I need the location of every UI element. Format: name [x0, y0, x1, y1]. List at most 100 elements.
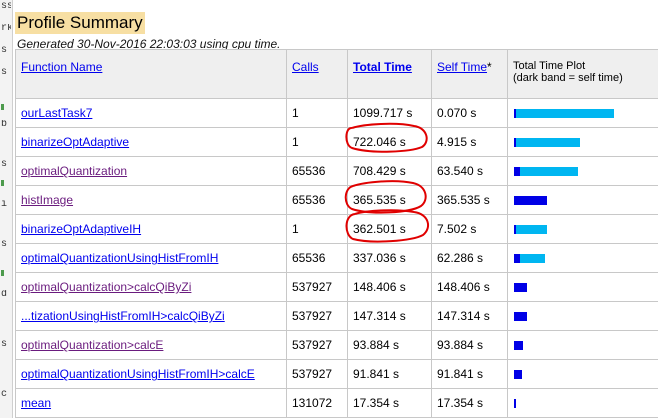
side-panel-text: s [1, 160, 8, 170]
total-time-cell: 148.406 s [347, 272, 432, 302]
sort-by-total-time-link[interactable]: Total Time [353, 60, 412, 74]
self-time-bar [514, 138, 516, 147]
side-panel-text: s [1, 340, 8, 350]
page-title: Profile Summary [15, 12, 145, 34]
function-name-cell: optimalQuantization [15, 156, 287, 186]
total-time-plot-cell [507, 214, 658, 244]
self-time-cell: 93.884 s [431, 330, 508, 360]
total-time-bar [514, 225, 547, 234]
self-time-cell: 62.286 s [431, 243, 508, 273]
function-link[interactable]: mean [21, 396, 51, 410]
total-time-plot-cell [507, 272, 658, 302]
calls-cell: 65536 [286, 156, 348, 186]
total-time-plot-cell [507, 359, 658, 389]
self-time-cell: 0.070 s [431, 98, 508, 128]
self-time-cell: 365.535 s [431, 185, 508, 215]
calls-cell: 1 [286, 214, 348, 244]
profile-summary-table: Function Name Calls Total Time Self Time… [15, 49, 658, 418]
calls-cell: 537927 [286, 330, 348, 360]
total-time-cell: 147.314 s [347, 301, 432, 331]
function-name-cell: histImage [15, 185, 287, 215]
total-time-bar [514, 167, 578, 176]
self-time-bar [514, 370, 522, 379]
calls-cell: 1 [286, 98, 348, 128]
self-time-bar [514, 399, 516, 408]
calls-cell: 1 [286, 127, 348, 157]
total-time-cell: 91.841 s [347, 359, 432, 389]
function-name-cell: ...tizationUsingHistFromIH>calcQiByZi [15, 301, 287, 331]
total-time-bar [514, 254, 545, 263]
plot-header-subtitle: (dark band = self time) [513, 72, 623, 84]
side-panel-text: s [1, 240, 8, 250]
self-time-cell: 7.502 s [431, 214, 508, 244]
total-time-plot-cell [507, 127, 658, 157]
self-time-bar [514, 109, 516, 118]
table-row: optimalQuantization>calcQiByZi 537927 148.… [15, 272, 658, 302]
total-time-cell: 722.046 s [347, 127, 432, 157]
self-time-header: Self Time* [431, 49, 508, 99]
calls-cell: 65536 [286, 243, 348, 273]
self-time-cell: 63.540 s [431, 156, 508, 186]
calls-cell: 65536 [286, 185, 348, 215]
side-panel-text: s [1, 46, 8, 56]
side-panel-text: c [1, 390, 8, 400]
self-time-footnote-marker: * [487, 60, 492, 74]
table-row: optimalQuantizationUsingHistFromIH 65536 3… [15, 243, 658, 273]
self-time-bar [514, 225, 516, 234]
table-row: ...tizationUsingHistFromIH>calcQiByZi 537… [15, 301, 658, 331]
function-link[interactable]: optimalQuantization>calcQiByZi [21, 280, 191, 294]
total-time-plot-cell [507, 243, 658, 273]
function-name-header: Function Name [15, 49, 287, 99]
function-name-cell: optimalQuantization>calcQiByZi [15, 272, 287, 302]
total-time-bar [514, 138, 580, 147]
total-time-plot-cell [507, 301, 658, 331]
side-panel-text: i [1, 200, 8, 210]
self-time-cell: 91.841 s [431, 359, 508, 389]
function-name-cell: optimalQuantization>calcE [15, 330, 287, 360]
calls-cell: 537927 [286, 359, 348, 389]
function-link[interactable]: ourLastTask7 [21, 106, 92, 120]
self-time-bar [514, 196, 547, 205]
function-name-cell: mean [15, 388, 287, 418]
table-row: mean 131072 17.354 s 17.354 s [15, 388, 658, 418]
sort-by-self-time-link[interactable]: Self Time [437, 60, 487, 74]
function-link[interactable]: binarizeOptAdaptive [21, 135, 129, 149]
self-time-bar [514, 283, 527, 292]
function-link[interactable]: optimalQuantization [21, 164, 127, 178]
sort-by-calls-link[interactable]: Calls [292, 60, 319, 74]
function-link[interactable]: ...tizationUsingHistFromIH>calcQiByZi [21, 309, 225, 323]
function-link[interactable]: optimalQuantization>calcE [21, 338, 163, 352]
self-time-cell: 4.915 s [431, 127, 508, 157]
calls-cell: 537927 [286, 301, 348, 331]
side-panel-text: ss [1, 2, 11, 12]
side-panel-text: d [1, 290, 8, 300]
function-link[interactable]: optimalQuantizationUsingHistFromIH [21, 251, 218, 265]
side-panel-mark [1, 180, 4, 186]
sort-by-function-name-link[interactable]: Function Name [21, 60, 102, 74]
table-row: optimalQuantization>calcE 537927 93.884 s9… [15, 330, 658, 360]
total-time-cell: 337.036 s [347, 243, 432, 273]
function-link[interactable]: histImage [21, 193, 73, 207]
total-time-plot-cell [507, 388, 658, 418]
side-panel-mark [1, 104, 4, 110]
function-name-cell: ourLastTask7 [15, 98, 287, 128]
self-time-bar [514, 254, 520, 263]
function-name-cell: optimalQuantizationUsingHistFromIH [15, 243, 287, 273]
total-time-bar [514, 283, 527, 292]
calls-cell: 131072 [286, 388, 348, 418]
self-time-bar [514, 167, 520, 176]
table-row: optimalQuantizationUsingHistFromIH>calcE… [15, 359, 658, 389]
self-time-bar [514, 341, 523, 350]
self-time-cell: 148.406 s [431, 272, 508, 302]
self-time-bar [514, 312, 527, 321]
total-time-plot-cell [507, 185, 658, 215]
total-time-cell: 362.501 s [347, 214, 432, 244]
function-name-cell: optimalQuantizationUsingHistFromIH>calcE [15, 359, 287, 389]
profiler-window: ss rk s s b s i s d s c Profile Summary … [0, 0, 658, 418]
table-row: binarizeOptAdaptiveIH 1 362.501 s 7.502 s [15, 214, 658, 244]
function-name-cell: binarizeOptAdaptive [15, 127, 287, 157]
function-link[interactable]: binarizeOptAdaptiveIH [21, 222, 141, 236]
total-time-plot-header: Total Time Plot (dark band = self time) [507, 49, 658, 99]
function-name-cell: binarizeOptAdaptiveIH [15, 214, 287, 244]
function-link[interactable]: optimalQuantizationUsingHistFromIH>calcE [21, 367, 255, 381]
